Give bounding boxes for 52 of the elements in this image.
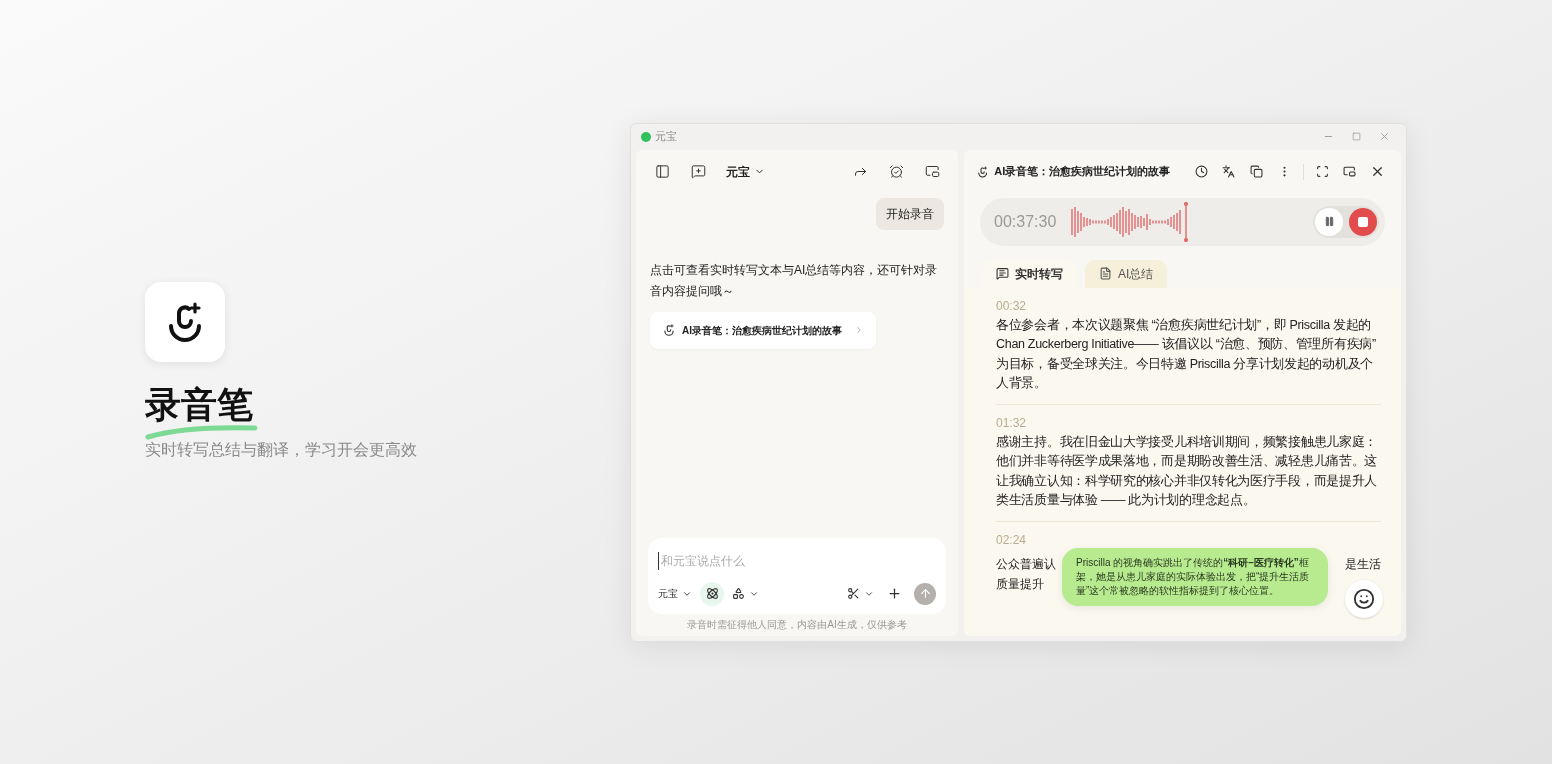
timestamp: 00:32 [996,297,1027,315]
fullscreen-icon [1315,165,1329,178]
chevron-right-icon [854,325,864,335]
promo-title: 录音笔 [145,386,253,424]
chat-text-icon [996,267,1009,280]
sidebar-toggle-icon [654,164,670,179]
transcript-text: 是生活 [1345,555,1381,573]
microphone-icon [976,164,990,179]
recording-timer: 00:37:30 [994,211,1058,232]
transcript-text: 感谢主持。我在旧金山大学接受儿科培训期间，频繁接触患儿家庭：他们并非等待医学成果落地，而是期盼改善生活、减轻患儿痛苦。这让我确立认知：科学研究的核心并非仅转化为医疗手段，而是提升人类生活质量与体验 —— 此为计划的理念起点。 [996,433,1378,509]
timestamp: 01:32 [996,414,1027,432]
user-message: 开始录音 [876,197,944,230]
stop-icon [1358,216,1368,227]
disclaimer-text: 录音时需征得他人同意，内容由AI生成，仅供参考 [686,617,908,632]
transcript-text: 各位参会者，本次议题聚焦 “治愈疾病世纪计划”，即 Priscilla 发起的 Chan Zuckerberg Initiative—— 该倡议以 “治愈、预防、管理所有疾病” 为目标，备受全球关注。今日特邀 Priscilla 分享计划发起的动机及个人背景。 [996,316,1377,392]
microphone-icon [662,323,676,337]
model-selector[interactable]: 元宝 [658,586,692,601]
tools-dropdown[interactable] [732,587,759,600]
clock-icon [1194,165,1208,178]
atom-button[interactable] [700,581,724,606]
model-dropdown[interactable]: 元宝 [726,162,765,181]
transcript-text: 质量提升 [996,576,1044,591]
arrow-up-icon [918,587,932,600]
window-title: 元宝 [655,129,677,145]
ai-comment-text: Priscilla 的视角确实跳出了传统的“科研–医疗转化”框架，她是从患儿家庭的实际体验出发，把“提升生活质量”这个常被忽略的软性指标提到了核心位置。 [1076,555,1311,598]
message-input[interactable]: 和元宝说点什么 [658,551,936,570]
translate-icon [1222,165,1236,178]
timestamp: 02:24 [996,531,1027,549]
alarm-clock-icon [888,164,904,179]
pause-icon [1323,216,1335,227]
tab[interactable]: AI总结 [1085,259,1168,288]
assistant-message: 点击可查看实时转写文本与AI总结等内容，还可针对录音内容提问哦～ [650,261,939,300]
recording-card[interactable]: AI录音笔：治愈疾病世纪计划的故事 [650,311,876,349]
maximize-icon [1351,132,1361,141]
atom-icon [705,587,719,600]
tab[interactable]: 实时转写 [982,259,1077,288]
scissors-icon [847,587,860,600]
shapes-icon [732,587,745,600]
plus-icon [886,586,902,601]
new-chat-icon [690,164,706,179]
pause-button[interactable] [1315,207,1343,236]
close-icon [1378,131,1390,142]
document-icon [1099,267,1112,280]
scissors-dropdown[interactable] [847,587,874,600]
promo-subtitle: 实时转写总结与翻译，学习开会更高效 [145,440,418,460]
app-icon [641,131,651,142]
split-window-icon [1343,165,1357,178]
copy-icon [1250,165,1264,178]
stop-button[interactable] [1349,207,1377,236]
split-window-icon [924,164,940,179]
transcript-text: 公众普遍认 [996,555,1056,573]
recorder-title: AI录音笔：治愈疾病世纪计划的故事 [994,164,1171,180]
